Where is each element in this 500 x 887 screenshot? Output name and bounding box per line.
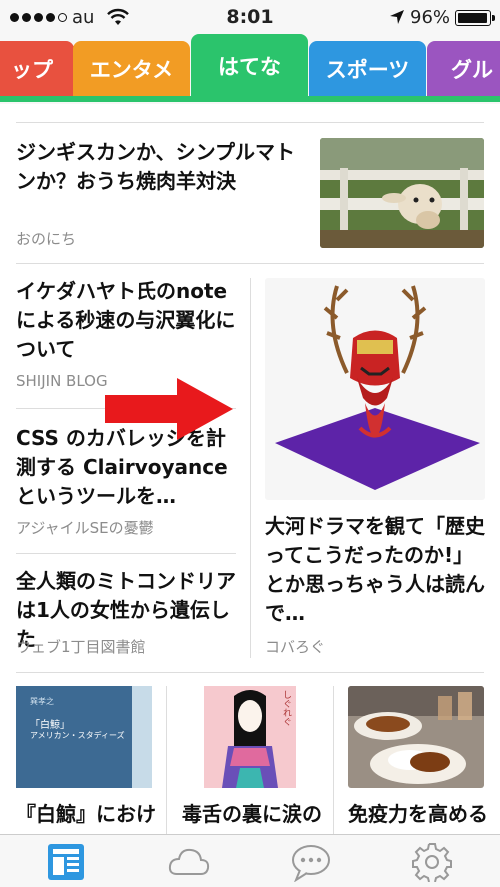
article-source: おのにち	[16, 230, 77, 248]
divider	[16, 672, 484, 673]
samurai-helmet-thumbnail	[265, 278, 485, 500]
divider	[16, 263, 484, 264]
sheep-thumbnail	[320, 138, 484, 248]
article-source: コバろぐ	[265, 638, 326, 656]
location-arrow-icon	[390, 10, 404, 24]
article-title: 大河ドラマを観て「歴史ってこうだったのか!」とか思っちゃう人は読んで…	[265, 514, 485, 625]
book-title: 「白鯨」	[30, 720, 70, 731]
book-author: 巽孝之	[30, 697, 54, 706]
article-source: ウェブ1丁目図書館	[16, 638, 146, 656]
tab-label: エンタメ	[89, 58, 174, 82]
tab-label: はてな	[218, 55, 281, 79]
column-divider	[250, 278, 251, 658]
article-source: SHIJIN BLOG	[16, 372, 108, 390]
column-divider	[333, 686, 334, 834]
chat-icon[interactable]	[290, 842, 330, 883]
battery-percent: 96%	[410, 7, 451, 28]
book-cover-thumbnail: 巽孝之 「白鯨」 アメリカン・スタディーズ	[16, 686, 152, 788]
tab-label: スポーツ	[325, 58, 410, 82]
tab-hatena[interactable]: はてな	[191, 34, 308, 98]
tab-top[interactable]: ップ	[0, 41, 74, 97]
article-title: 免疫力を高める	[348, 802, 488, 826]
tab-label: グル	[451, 58, 493, 82]
article-title: イケダハヤト氏のnoteによる秒速の与沢翼化について	[16, 279, 236, 361]
red-arrow-annotation	[105, 378, 233, 440]
book-cover-thumbnail: しぐれぐ	[182, 686, 318, 788]
divider	[16, 122, 484, 123]
article-title: ジンギスカンか、シンプルマトンか？おうち焼肉羊対決	[16, 140, 295, 193]
battery-icon	[455, 10, 491, 26]
category-tabs: ップ エンタメ スポーツ グル はてな	[0, 34, 500, 104]
curry-thumbnail	[348, 686, 484, 788]
book-title: しぐれぐ	[281, 690, 291, 726]
column-divider	[166, 686, 167, 834]
bottom-tab-bar	[0, 834, 500, 887]
cloud-icon[interactable]	[167, 842, 210, 882]
divider	[16, 553, 236, 554]
tab-label: ップ	[11, 58, 53, 82]
article-source: アジャイルSEの憂鬱	[16, 519, 154, 537]
gear-icon[interactable]	[412, 842, 452, 883]
tab-entame[interactable]: エンタメ	[73, 41, 190, 97]
book-subtitle: アメリカン・スタディーズ	[30, 731, 125, 740]
article-title: 毒舌の裏に涙の	[182, 802, 322, 826]
tab-gourmet[interactable]: グル	[427, 41, 500, 97]
tab-sports[interactable]: スポーツ	[309, 41, 426, 97]
status-bar: au 8:01 96%	[0, 0, 500, 34]
article-title: 『白鯨』における	[16, 802, 156, 834]
news-icon[interactable]	[46, 842, 86, 882]
article-feed: ジンギスカンか、シンプルマトンか？おうち焼肉羊対決 おのにち イケダハヤト氏のn…	[0, 102, 500, 834]
